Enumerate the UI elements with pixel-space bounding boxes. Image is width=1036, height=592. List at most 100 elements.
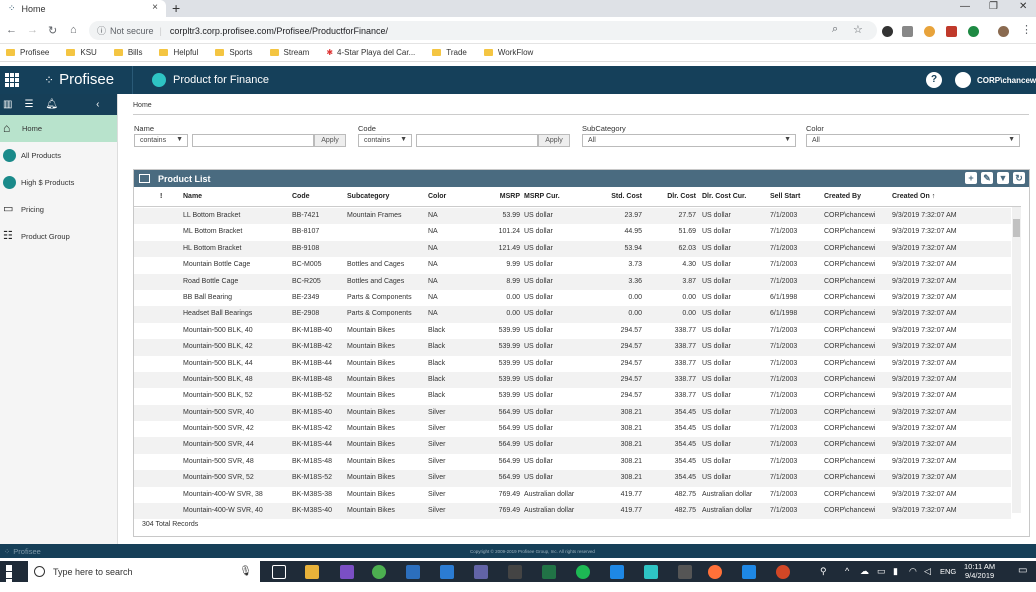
reload-icon[interactable]: ↻ [48, 24, 57, 37]
extension-icon[interactable] [924, 26, 935, 37]
edge-icon[interactable] [610, 565, 624, 579]
column-header-code[interactable]: Code [292, 193, 310, 200]
table-row[interactable]: Mountain-400-W SVR, 40 BK-M38S-40 Mountain… [134, 503, 1011, 520]
browser-menu-icon[interactable]: ⋮ [1021, 23, 1032, 36]
edit-icon[interactable]: ✎ [981, 172, 993, 184]
spotify-icon[interactable] [576, 565, 590, 579]
windows-start-icon[interactable] [6, 565, 19, 592]
table-row[interactable]: LL Bottom Bracket BB-7421 Mountain Frames N… [134, 208, 1011, 225]
user-menu[interactable]: CORP\chancewi [955, 72, 1036, 88]
column-header-msrp[interactable]: MSRP [474, 193, 520, 200]
taskbar-search[interactable]: Type here to search 🎙︎ [28, 561, 260, 582]
app-launcher-icon[interactable] [5, 73, 19, 87]
table-row[interactable]: Mountain-400-W SVR, 38 BK-M38S-38 Mountain… [134, 487, 1011, 503]
display-icon[interactable]: ▭ [877, 566, 886, 577]
chrome-icon[interactable] [372, 565, 386, 579]
maximize-icon[interactable]: ❐ [989, 1, 998, 12]
bookmark-item[interactable]: WorkFlow [483, 48, 533, 57]
name-filter-input[interactable] [192, 134, 314, 147]
column-header-color[interactable]: Color [428, 193, 446, 200]
table-row[interactable]: Road Bottle Cage BC-R205 Bottles and Cages… [134, 273, 1011, 290]
app-icon[interactable] [678, 565, 692, 579]
extension-icon[interactable] [968, 26, 979, 37]
collapse-sidebar-icon[interactable]: ‹ [96, 99, 99, 110]
column-header-sell-start[interactable]: Sell Start [770, 193, 800, 200]
column-header-msrp-cur[interactable]: MSRP Cur. [524, 193, 560, 200]
name-apply-button[interactable]: Apply [314, 134, 346, 147]
microphone-icon[interactable]: 🎙︎ [239, 566, 252, 577]
battery-icon[interactable]: ▮ [893, 566, 898, 577]
table-row[interactable]: Mountain-500 BLK, 44 BK-M18B-44 Mountain B… [134, 356, 1011, 372]
code-operator-select[interactable]: contains ▼ [358, 134, 412, 147]
back-icon[interactable]: ← [6, 24, 17, 36]
app-icon[interactable] [644, 565, 658, 579]
column-header-dlr-cost[interactable]: Dlr. Cost [648, 193, 696, 200]
column-header-name[interactable]: Name [183, 193, 202, 200]
bookmark-item[interactable]: Profisee [6, 48, 49, 57]
vertical-scrollbar[interactable] [1012, 207, 1021, 513]
powerpoint-icon[interactable] [776, 565, 790, 579]
forward-icon[interactable]: → [27, 24, 38, 36]
profile-avatar[interactable] [998, 26, 1009, 37]
bookmark-star-icon[interactable]: ☆ [853, 23, 863, 36]
column-header-flag[interactable]: ! [160, 193, 162, 200]
table-row[interactable]: Mountain-500 SVR, 44 BK-M18S-44 Mountain B… [134, 437, 1011, 454]
table-row[interactable]: Mountain-500 BLK, 42 BK-M18B-42 Mountain B… [134, 339, 1011, 356]
task-view-icon[interactable] [272, 565, 286, 579]
table-row[interactable]: Mountain-500 BLK, 40 BK-M18B-40 Mountain B… [134, 323, 1011, 339]
extension-icon[interactable] [902, 26, 913, 37]
refresh-icon[interactable]: ↻ [1013, 172, 1025, 184]
address-bar[interactable]: ⓘ Not secure | corpltr3.corp.profisee.co… [89, 21, 877, 40]
bookmark-item[interactable]: Bills [113, 48, 142, 57]
people-icon[interactable]: ⚲ [820, 566, 827, 577]
dashboard-icon[interactable]: ▥ [3, 99, 12, 110]
table-row[interactable]: Mountain-500 SVR, 42 BK-M18S-42 Mountain B… [134, 421, 1011, 437]
table-row[interactable]: Headset Ball Bearings BE-2908 Parts & Comp… [134, 306, 1011, 323]
column-header-subcategory[interactable]: Subcategory [347, 193, 389, 200]
bookmark-item[interactable]: Stream [269, 48, 309, 57]
bell-icon[interactable]: 🔔︎ [45, 99, 58, 110]
scrollbar-thumb[interactable] [1013, 219, 1020, 237]
teams-icon[interactable] [474, 565, 488, 579]
breadcrumb[interactable]: Home [133, 102, 152, 109]
extension-icon[interactable] [946, 26, 957, 37]
notifications-icon[interactable]: ▭ [1018, 565, 1027, 576]
table-row[interactable]: BB Ball Bearing BE-2349 Parts & Components… [134, 290, 1011, 306]
close-tab-icon[interactable]: × [152, 2, 158, 13]
volume-icon[interactable]: ◁ [924, 566, 931, 577]
add-icon[interactable]: + [965, 172, 977, 184]
firefox-icon[interactable] [708, 565, 722, 579]
browser-tab[interactable]: ⁘ Home × [0, 0, 166, 17]
column-header-dlr-cost-cur[interactable]: Dlr. Cost Cur. [702, 193, 746, 200]
name-operator-select[interactable]: contains ▼ [134, 134, 188, 147]
table-row[interactable]: ML Bottom Bracket BB-8107 NA 101.24 US dolla… [134, 224, 1011, 240]
zoom-icon[interactable]: ⌕ [832, 23, 838, 36]
visual-studio-icon[interactable] [340, 565, 354, 579]
file-explorer-icon[interactable] [305, 565, 319, 579]
sidebar-item-home[interactable]: ⌂ Home [0, 115, 117, 142]
terminal-icon[interactable] [508, 565, 522, 579]
extension-icon[interactable] [882, 26, 893, 37]
table-row[interactable]: HL Bottom Bracket BB-9108 NA 121.49 US dolla… [134, 240, 1011, 258]
sidebar-item-all-products[interactable]: All Products [0, 142, 117, 169]
filter-icon[interactable]: ▼ [997, 172, 1009, 184]
sidebar-item-pricing[interactable]: ▭ Pricing [0, 196, 117, 223]
table-row[interactable]: Mountain-500 SVR, 48 BK-M18S-48 Mountain B… [134, 454, 1011, 470]
list-check-icon[interactable]: ☰ [24, 99, 33, 110]
home-browser-icon[interactable]: ⌂ [70, 24, 77, 36]
bookmark-item[interactable]: Sports [215, 48, 253, 57]
column-header-created-on[interactable]: Created On ↑ [892, 193, 935, 200]
table-row[interactable]: Mountain-500 BLK, 52 BK-M18B-52 Mountain B… [134, 388, 1011, 404]
column-header-created-by[interactable]: Created By [824, 193, 861, 200]
table-row[interactable]: Mountain-500 SVR, 52 BK-M18S-52 Mountain B… [134, 470, 1011, 487]
tray-chevron-icon[interactable]: ^ [845, 566, 849, 576]
table-row[interactable]: Mountain-500 SVR, 40 BK-M18S-40 Mountain B… [134, 404, 1011, 422]
excel-icon[interactable] [542, 565, 556, 579]
color-select[interactable]: All ▼ [806, 134, 1020, 147]
bookmark-item[interactable]: Helpful [159, 48, 198, 57]
bookmark-item[interactable]: ✱ 4-Star Playa del Car... [326, 48, 415, 57]
sidebar-item-high-products[interactable]: High $ Products [0, 169, 117, 196]
cloud-icon[interactable]: ☁ [860, 566, 869, 577]
bookmark-item[interactable]: KSU [66, 48, 97, 57]
table-row[interactable]: Mountain-500 BLK, 48 BK-M18B-48 Mountain B… [134, 371, 1011, 389]
